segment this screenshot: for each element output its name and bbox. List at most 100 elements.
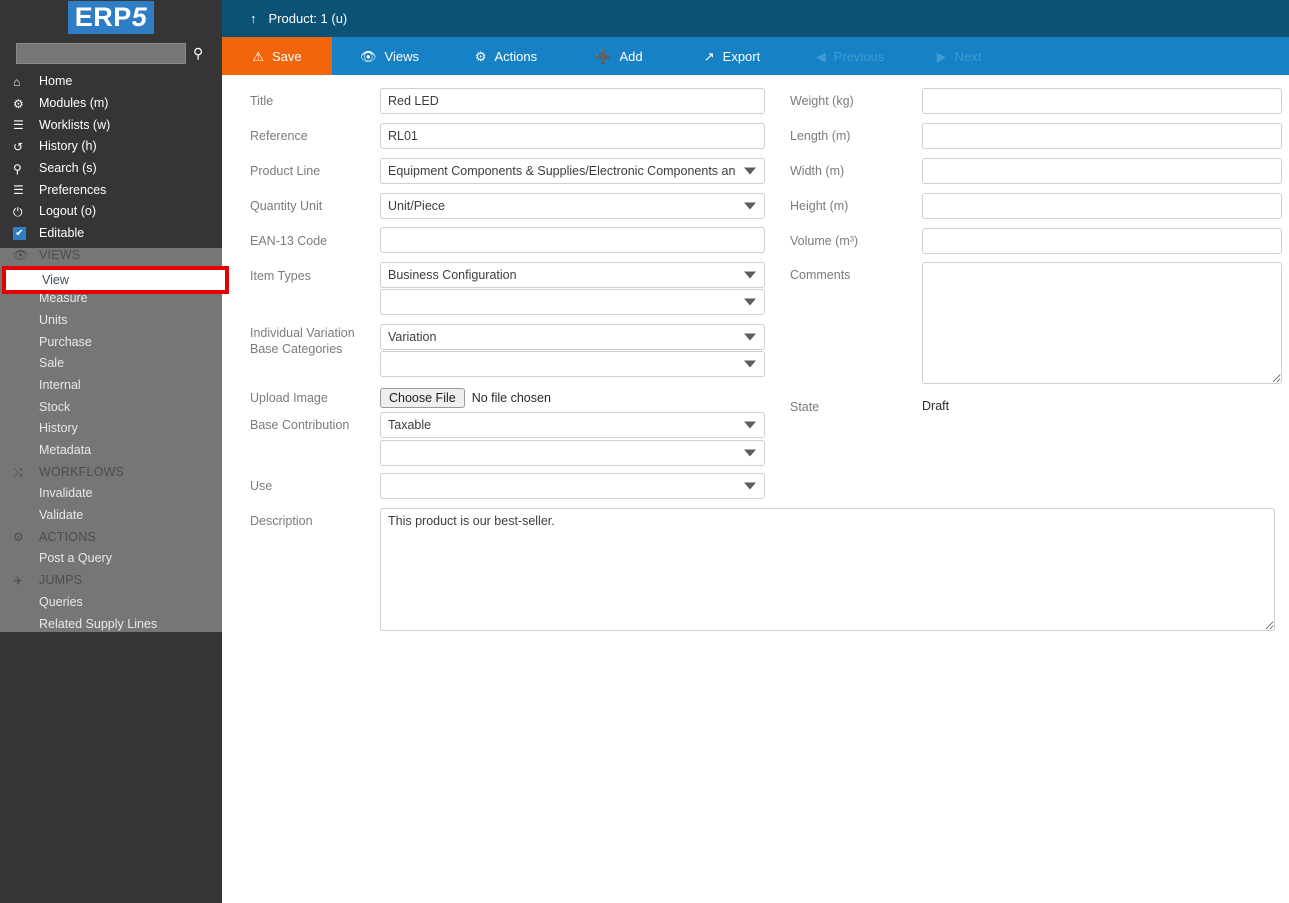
comments-label: Comments bbox=[790, 268, 851, 282]
sidebar-item-history[interactable]: ↺ History (h) bbox=[0, 136, 222, 158]
form-content: Title Reference Product Line Equipment C… bbox=[222, 75, 1289, 903]
next-button[interactable]: ▶ Next bbox=[909, 37, 1009, 75]
sidebar-item-units[interactable]: Units bbox=[0, 310, 222, 332]
sidebar: ERP5 ⚲ ⌂ Home ⚙ Modules (m) ☰ Worklists … bbox=[0, 0, 229, 903]
sidebar-item-stock[interactable]: Stock bbox=[0, 396, 222, 418]
base-contribution-select-2[interactable] bbox=[380, 440, 765, 466]
sidebar-group-views: 👁 VIEWS bbox=[0, 245, 222, 267]
sidebar-search-row: ⚲ bbox=[0, 38, 222, 68]
add-button-label: Add bbox=[619, 48, 643, 64]
quantity-unit-select[interactable]: Unit/Piece bbox=[380, 193, 765, 219]
length-input[interactable] bbox=[922, 123, 1282, 149]
highlight-box-view[interactable]: View bbox=[2, 266, 229, 294]
individual-variation-select-2[interactable] bbox=[380, 351, 765, 377]
weight-field-wrap bbox=[922, 88, 1282, 114]
title-input[interactable] bbox=[380, 88, 765, 114]
search-input[interactable] bbox=[16, 42, 186, 64]
eye-icon: 👁 bbox=[13, 248, 29, 263]
quantity-unit-field-wrap: Unit/Piece bbox=[380, 193, 765, 219]
save-button[interactable]: ⚠ Save bbox=[222, 37, 332, 75]
choose-file-button[interactable]: Choose File bbox=[380, 388, 465, 408]
checkbox-checked-icon[interactable]: ✔ bbox=[13, 227, 39, 241]
workflows-icon: ⤨ bbox=[13, 465, 23, 480]
sidebar-item-label: History bbox=[39, 421, 78, 436]
item-types-value: Business Configuration bbox=[388, 268, 517, 282]
field-row-description: Description bbox=[250, 509, 313, 529]
sidebar-item-label: Internal bbox=[39, 377, 81, 392]
modules-icon: ⚙ bbox=[13, 96, 24, 111]
sidebar-item-validate[interactable]: Validate bbox=[0, 505, 222, 527]
chevron-down-icon bbox=[744, 298, 756, 306]
description-label: Description bbox=[250, 514, 313, 528]
views-button[interactable]: 👁 Views bbox=[332, 37, 447, 75]
length-label: Length (m) bbox=[790, 129, 851, 143]
sidebar-item-preferences[interactable]: ☰ Preferences bbox=[0, 179, 222, 201]
sidebar-item-label: Editable bbox=[39, 226, 85, 241]
sidebar-item-home[interactable]: ⌂ Home bbox=[0, 71, 222, 93]
highlighted-item-label: View bbox=[42, 273, 69, 287]
item-types-select-2[interactable] bbox=[380, 289, 765, 315]
chevron-down-icon bbox=[744, 333, 756, 341]
sidebar-item-invalidate[interactable]: Invalidate bbox=[0, 483, 222, 505]
add-button[interactable]: ➕ Add bbox=[565, 37, 673, 75]
page-title: Product: 1 (u) bbox=[268, 11, 348, 26]
quantity-unit-label: Quantity Unit bbox=[250, 199, 323, 213]
search-icon[interactable]: ⚲ bbox=[193, 46, 203, 60]
actions-button[interactable]: ⚙ Actions bbox=[447, 37, 565, 75]
arrow-up-icon[interactable]: ↑ bbox=[250, 12, 257, 25]
individual-variation-label-line2: Base Categories bbox=[250, 341, 343, 356]
sidebar-item-modules[interactable]: ⚙ Modules (m) bbox=[0, 93, 222, 115]
sidebar-item-related-supply-lines[interactable]: Related Supply Lines bbox=[0, 613, 222, 635]
reference-input[interactable] bbox=[380, 123, 765, 149]
gear-icon: ⚙ bbox=[474, 48, 487, 64]
sidebar-item-post-a-query[interactable]: Post a Query bbox=[0, 548, 222, 570]
previous-button[interactable]: ◀ Previous bbox=[791, 37, 909, 75]
sidebar-item-label: Purchase bbox=[39, 334, 92, 349]
field-row-ean13: EAN-13 Code bbox=[250, 229, 327, 249]
actions-button-label: Actions bbox=[494, 48, 538, 64]
sidebar-item-purchase[interactable]: Purchase bbox=[0, 331, 222, 353]
sidebar-item-metadata[interactable]: Metadata bbox=[0, 440, 222, 462]
logo-accent: 5 bbox=[131, 2, 148, 32]
base-contribution-value: Taxable bbox=[388, 418, 432, 432]
sidebar-item-worklists[interactable]: ☰ Worklists (w) bbox=[0, 114, 222, 136]
weight-input[interactable] bbox=[922, 88, 1282, 114]
sidebar-item-editable[interactable]: ✔ Editable bbox=[0, 223, 222, 245]
sidebar-group-jumps: ✈ JUMPS bbox=[0, 570, 222, 592]
export-button[interactable]: ↗ Export bbox=[673, 37, 791, 75]
sidebar-item-sale[interactable]: Sale bbox=[0, 353, 222, 375]
width-input[interactable] bbox=[922, 158, 1282, 184]
item-types-second-field-wrap bbox=[380, 289, 765, 315]
sidebar-item-search[interactable]: ⚲ Search (s) bbox=[0, 158, 222, 180]
erp5-logo[interactable]: ERP5 bbox=[67, 1, 155, 34]
item-types-select[interactable]: Business Configuration bbox=[380, 262, 765, 288]
chevron-down-icon bbox=[744, 421, 756, 429]
sidebar-item-internal[interactable]: Internal bbox=[0, 375, 222, 397]
airplane-icon: ✈ bbox=[13, 573, 24, 588]
sidebar-item-label: Logout (o) bbox=[39, 204, 96, 219]
reference-label: Reference bbox=[250, 129, 308, 143]
sidebar-group-label: JUMPS bbox=[39, 573, 83, 588]
use-select[interactable] bbox=[380, 473, 765, 499]
height-input[interactable] bbox=[922, 193, 1282, 219]
comments-field-wrap bbox=[922, 262, 1282, 389]
sidebar-item-logout[interactable]: ⏻ Logout (o) bbox=[0, 201, 222, 223]
erp5-application: ERP5 ⚲ ⌂ Home ⚙ Modules (m) ☰ Worklists … bbox=[0, 0, 1289, 903]
sidebar-item-queries[interactable]: Queries bbox=[0, 592, 222, 614]
individual-variation-select[interactable]: Variation bbox=[380, 324, 765, 350]
product-line-select[interactable]: Equipment Components & Supplies/Electron… bbox=[380, 158, 765, 184]
product-line-field-wrap: Equipment Components & Supplies/Electron… bbox=[380, 158, 765, 184]
sidebar-item-label: Stock bbox=[39, 399, 71, 414]
comments-textarea[interactable] bbox=[922, 262, 1282, 384]
base-contribution-second-field-wrap bbox=[380, 440, 765, 466]
base-contribution-select[interactable]: Taxable bbox=[380, 412, 765, 438]
search-icon: ⚲ bbox=[13, 161, 22, 176]
ean13-input[interactable] bbox=[380, 227, 765, 253]
field-row-quantity-unit: Quantity Unit bbox=[250, 194, 322, 214]
volume-input[interactable] bbox=[922, 228, 1282, 254]
brand-logo[interactable]: ERP5 bbox=[0, 0, 222, 38]
page-header: ↑ Product: 1 (u) bbox=[222, 0, 1289, 37]
sidebar-item-history-view[interactable]: History bbox=[0, 418, 222, 440]
field-row-upload-image: Upload Image bbox=[250, 386, 328, 406]
description-textarea[interactable] bbox=[380, 508, 1275, 631]
